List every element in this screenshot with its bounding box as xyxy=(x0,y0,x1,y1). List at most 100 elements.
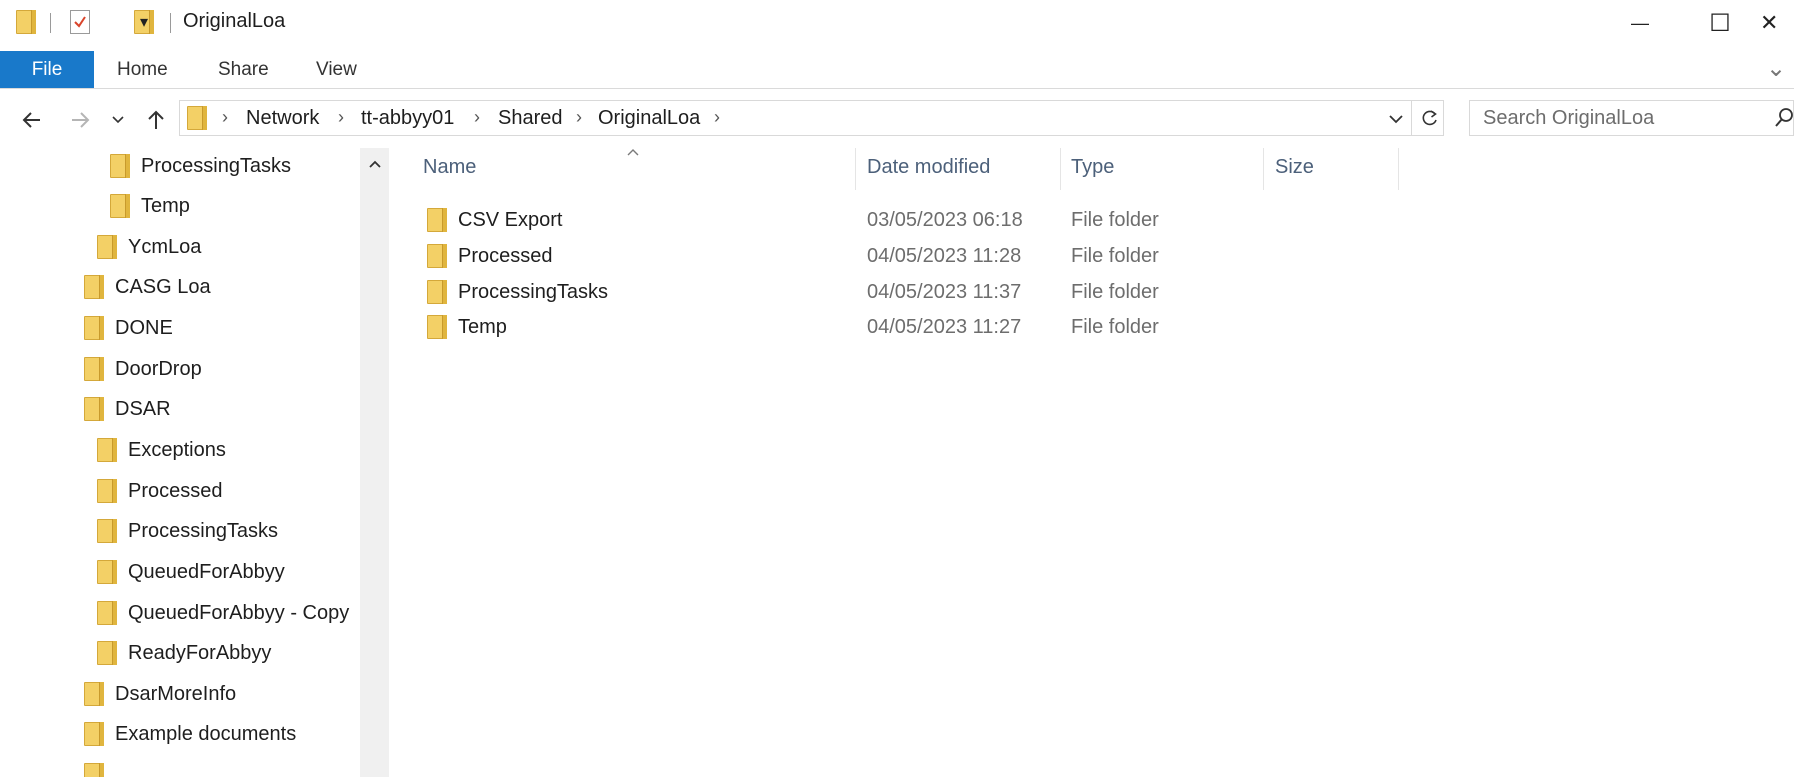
tree-item[interactable]: ProcessingTasks xyxy=(110,148,291,184)
tree-item-label: Processed xyxy=(128,479,223,502)
folder-icon xyxy=(427,244,447,268)
chevron-up-icon xyxy=(368,160,381,168)
breadcrumb-separator[interactable]: › xyxy=(576,107,582,128)
breadcrumb-tt-abbyy01[interactable]: tt-abbyy01 xyxy=(361,107,454,130)
chevron-down-icon xyxy=(1389,115,1403,124)
tree-item[interactable]: Example documents xyxy=(84,716,296,752)
tree-item[interactable]: DsarMoreInfo xyxy=(84,676,236,712)
qat-separator xyxy=(50,13,51,33)
column-header-type[interactable]: Type xyxy=(1071,156,1114,179)
tab-view[interactable]: View xyxy=(316,51,357,88)
ribbon-divider xyxy=(0,88,1794,89)
breadcrumb-separator[interactable]: › xyxy=(474,107,480,128)
nav-scrollbar[interactable] xyxy=(360,148,389,777)
tree-item-label: ProcessingTasks xyxy=(141,154,292,177)
folder-icon xyxy=(97,601,117,625)
title-bar: ▾ OriginalLoa — ☐ ✕ xyxy=(0,0,1794,46)
file-row-name[interactable]: Temp xyxy=(427,309,507,345)
breadcrumb-separator[interactable]: › xyxy=(714,107,720,128)
tree-item[interactable]: QueuedForAbbyy xyxy=(97,554,285,590)
folder-icon xyxy=(84,682,104,706)
tree-item-partial[interactable] xyxy=(84,757,115,777)
column-header-name[interactable]: Name xyxy=(423,156,476,179)
tab-file[interactable]: File xyxy=(0,51,94,88)
breadcrumb-separator[interactable]: › xyxy=(222,107,228,128)
up-arrow-icon xyxy=(148,110,164,129)
file-name: Processed xyxy=(458,244,553,267)
column-divider[interactable] xyxy=(1060,148,1061,190)
window-title: OriginalLoa xyxy=(183,10,286,32)
tree-item[interactable]: Exceptions xyxy=(97,432,226,468)
column-divider[interactable] xyxy=(855,148,856,190)
folder-icon xyxy=(427,315,447,339)
properties-icon[interactable] xyxy=(70,10,90,34)
file-date: 04/05/2023 11:37 xyxy=(867,280,1022,303)
folder-icon xyxy=(427,208,447,232)
column-divider[interactable] xyxy=(1398,148,1399,190)
qat-separator xyxy=(170,13,171,33)
back-button[interactable] xyxy=(14,102,50,138)
recent-locations-button[interactable] xyxy=(106,102,130,138)
tree-item-label: DSAR xyxy=(115,397,171,420)
folder-icon xyxy=(97,560,117,584)
file-row-name[interactable]: CSV Export xyxy=(427,202,562,238)
tree-item[interactable]: DONE xyxy=(84,310,173,346)
qat-dropdown-icon[interactable]: ▾ xyxy=(140,12,148,32)
file-row-name[interactable]: Processed xyxy=(427,238,553,274)
file-date: 03/05/2023 06:18 xyxy=(867,208,1023,231)
address-history-button[interactable] xyxy=(1388,110,1404,133)
tree-item[interactable]: CASG Loa xyxy=(84,269,211,305)
column-header-date-modified[interactable]: Date modified xyxy=(867,156,990,179)
tree-item[interactable]: Processed xyxy=(97,473,223,509)
close-button[interactable]: ✕ xyxy=(1760,0,1794,46)
tab-share[interactable]: Share xyxy=(218,51,269,88)
tree-item-label: QueuedForAbbyy - Copy xyxy=(128,601,350,624)
tree-item[interactable]: ReadyForAbbyy xyxy=(97,635,271,671)
folder-icon xyxy=(97,519,117,543)
search-input[interactable]: Search OriginalLoa xyxy=(1483,107,1654,130)
breadcrumb-originalloa[interactable]: OriginalLoa xyxy=(598,107,700,130)
folder-icon[interactable] xyxy=(16,10,36,34)
refresh-icon xyxy=(1422,110,1437,126)
tree-item[interactable]: DoorDrop xyxy=(84,351,202,387)
chevron-down-icon xyxy=(112,116,124,124)
tree-item-label: ReadyForAbbyy xyxy=(128,641,272,664)
column-header-size[interactable]: Size xyxy=(1275,156,1314,179)
refresh-button[interactable] xyxy=(1420,108,1440,134)
maximize-button[interactable]: ☐ xyxy=(1680,0,1760,46)
breadcrumb-network[interactable]: Network xyxy=(246,107,319,130)
close-icon: ✕ xyxy=(1760,10,1779,35)
forward-arrow-icon xyxy=(72,112,90,128)
back-arrow-icon xyxy=(22,112,40,128)
column-divider[interactable] xyxy=(1263,148,1264,190)
up-button[interactable] xyxy=(138,102,174,138)
folder-icon xyxy=(97,641,117,665)
file-type: File folder xyxy=(1071,315,1159,338)
scroll-up-button[interactable] xyxy=(360,152,389,176)
search-icon[interactable] xyxy=(1774,107,1794,135)
tree-item[interactable]: ProcessingTasks xyxy=(97,513,278,549)
forward-button[interactable] xyxy=(62,102,98,138)
folder-icon xyxy=(97,235,117,259)
folder-icon xyxy=(84,357,104,381)
breadcrumb-shared[interactable]: Shared xyxy=(498,107,563,130)
file-row-name[interactable]: ProcessingTasks xyxy=(427,274,608,310)
breadcrumb-separator[interactable]: › xyxy=(338,107,344,128)
tab-home[interactable]: Home xyxy=(117,51,168,88)
folder-icon xyxy=(427,280,447,304)
tree-item[interactable]: QueuedForAbbyy - Copy xyxy=(97,595,349,631)
minimize-icon: — xyxy=(1631,12,1649,33)
tree-item-label: DoorDrop xyxy=(115,357,202,380)
minimize-button[interactable]: — xyxy=(1600,0,1680,46)
tree-item-label: Temp xyxy=(141,194,190,217)
tree-item[interactable]: DSAR xyxy=(84,391,171,427)
tree-item-label: YcmLoa xyxy=(128,235,202,258)
tree-item[interactable]: YcmLoa xyxy=(97,229,201,265)
maximize-icon: ☐ xyxy=(1709,9,1731,37)
folder-icon xyxy=(97,479,117,503)
tree-item[interactable]: Temp xyxy=(110,188,190,224)
folder-icon xyxy=(84,722,104,746)
file-date: 04/05/2023 11:28 xyxy=(867,244,1022,267)
navigation-pane: ProcessingTasks Temp YcmLoa CASG Loa DON… xyxy=(0,148,360,777)
ribbon-expand-icon[interactable]: ⌄ xyxy=(1766,54,1786,83)
